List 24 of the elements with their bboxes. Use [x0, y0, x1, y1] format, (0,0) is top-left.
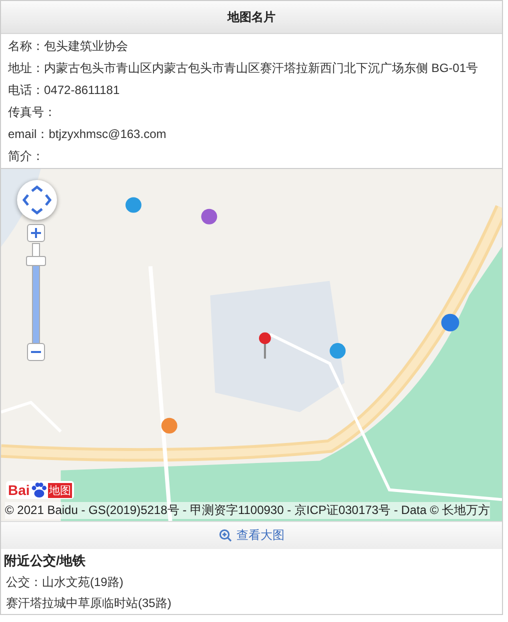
map-copyright: © 2021 Baidu - GS(2019)5218号 - 甲测资字1100930 - 京ICP证030173号 - Data © 长地万方	[5, 502, 490, 519]
info-label: 名称：	[8, 38, 44, 54]
info-label: 地址：	[8, 60, 44, 76]
transit-stop: 赛汗塔拉城中草原临时站(35路)	[5, 595, 172, 612]
info-value: 0472-8611181	[44, 83, 120, 97]
section-title: 附近公交/地铁	[4, 552, 87, 570]
info-value: 内蒙古包头市青山区内蒙古包头市青山区赛汗塔拉新西门北下沉广场东侧 BG-01号	[44, 60, 478, 76]
plus-icon	[31, 228, 41, 238]
zoom-slider-handle[interactable]	[26, 256, 46, 266]
zoom-in-button[interactable]	[27, 224, 45, 242]
card-title: 地图名片	[228, 8, 276, 26]
info-value: btjzyxhmsc@163.com	[48, 127, 166, 141]
info-label: email：	[8, 126, 49, 142]
info-label: 电话：	[8, 82, 44, 98]
info-label: 简介：	[8, 148, 44, 164]
info-label: 传真号：	[8, 104, 56, 120]
transit-stop: 公交：山水文苑(19路)	[5, 574, 124, 591]
info-value: 包头建筑业协会	[44, 38, 128, 54]
zoom-in-icon	[218, 529, 232, 542]
view-larger-link[interactable]: 查看大图	[1, 521, 502, 549]
paw-icon	[30, 482, 47, 498]
zoom-out-button[interactable]	[27, 343, 45, 361]
logo-text: 地图	[48, 482, 72, 498]
logo-text: Bai	[8, 482, 30, 498]
